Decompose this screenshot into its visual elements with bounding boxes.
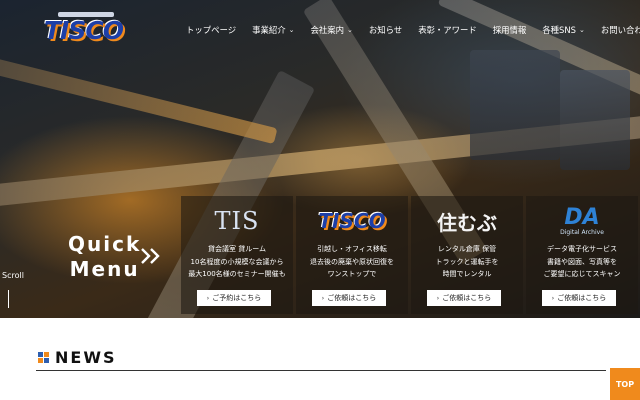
card-moving-service[interactable]: TISCO 引越し・オフィス移転 退去後の廃棄や原状回復を ワンストップで › ご… bbox=[296, 196, 408, 314]
building-decoration bbox=[470, 50, 560, 160]
quick-menu-line2: Menu bbox=[69, 257, 140, 281]
news-heading: NEWS bbox=[38, 348, 117, 367]
news-square-icon bbox=[38, 352, 49, 363]
nav-item-company[interactable]: 会社案内 ⌄ bbox=[302, 24, 360, 36]
button-label: ご依頼はこちら bbox=[327, 294, 377, 302]
nav-item-news[interactable]: お知らせ bbox=[361, 24, 410, 36]
back-to-top-button[interactable]: TOP bbox=[610, 368, 640, 400]
nav-item-sns[interactable]: 各種SNS ⌄ bbox=[534, 24, 593, 36]
digital-archive-logo: DA Digital Archive bbox=[560, 204, 604, 236]
card-desc-line: ご要望に応じてスキャン bbox=[543, 270, 621, 278]
card-desc-line: 引越し・オフィス移転 bbox=[317, 245, 387, 253]
card-desc-line: 書籍や図面、写真等を bbox=[547, 257, 617, 266]
card-desc-line: 10名程度の小規模な会議から bbox=[190, 257, 284, 266]
card-logo: TISCO bbox=[296, 203, 408, 239]
nav-item-top[interactable]: トップページ bbox=[178, 24, 244, 36]
chevron-right-icon: › bbox=[551, 294, 555, 302]
nav-item-recruit[interactable]: 採用情報 bbox=[485, 24, 535, 36]
card-desc-line: 貸会議室 貸ルーム bbox=[207, 245, 266, 253]
card-logo: TIS bbox=[181, 203, 293, 239]
logo-text: TISCO bbox=[44, 16, 124, 45]
card-description: 貸会議室 貸ルーム 10名程度の小規模な会議から 最大100名様のセミナー開催も bbox=[181, 243, 293, 281]
chevron-down-icon: ⌄ bbox=[578, 26, 585, 34]
hero-banner: TISCO トップページ 事業紹介 ⌄ 会社案内 ⌄ お知らせ 表彰・アワード 採用… bbox=[0, 0, 640, 318]
card-digital-archive[interactable]: DA Digital Archive データ電子化サービス 書籍や図面、写真等を… bbox=[526, 196, 638, 314]
double-chevron-right-icon bbox=[141, 248, 160, 264]
nav-item-contact[interactable]: お問い合わせ bbox=[593, 24, 640, 36]
card-desc-line: レンタル倉庫 保管 bbox=[437, 245, 497, 253]
card-logo: 住むぶ bbox=[411, 203, 523, 239]
nav-item-label: お問い合わせ bbox=[600, 25, 640, 35]
site-logo[interactable]: TISCO bbox=[44, 12, 124, 46]
card-description: データ電子化サービス 書籍や図面、写真等を ご要望に応じてスキャン bbox=[526, 243, 638, 281]
card-desc-line: 時間でレンタル bbox=[442, 270, 492, 278]
tisco-logo-text: TISCO bbox=[318, 209, 386, 233]
request-button[interactable]: › ご依頼はこちら bbox=[542, 290, 616, 306]
nav-item-business[interactable]: 事業紹介 ⌄ bbox=[244, 24, 302, 36]
card-logo: DA Digital Archive bbox=[526, 203, 638, 239]
chevron-down-icon: ⌄ bbox=[346, 26, 353, 34]
card-description: 引越し・オフィス移転 退去後の廃棄や原状回復を ワンストップで bbox=[296, 243, 408, 281]
sumubu-logo-text: 住むぶ bbox=[437, 210, 497, 235]
card-desc-line: 最大100名様のセミナー開催も bbox=[188, 270, 286, 278]
nav-item-awards[interactable]: 表彰・アワード bbox=[410, 24, 485, 36]
request-button[interactable]: › ご依頼はこちら bbox=[427, 290, 501, 306]
nav-item-label: 事業紹介 bbox=[252, 25, 286, 35]
nav-item-label: 会社案内 bbox=[310, 25, 344, 35]
news-divider bbox=[36, 370, 606, 371]
scroll-label: Scroll bbox=[2, 271, 24, 280]
news-title: NEWS bbox=[55, 348, 117, 367]
scroll-indicator-line bbox=[8, 290, 9, 308]
reserve-button[interactable]: › ご予約はこちら bbox=[197, 290, 271, 306]
quick-menu-heading: Quick Menu bbox=[68, 232, 141, 282]
tis-logo-text: TIS bbox=[214, 207, 260, 235]
nav-item-label: トップページ bbox=[186, 25, 237, 35]
da-logo-text: DA bbox=[564, 204, 600, 230]
da-logo-subtext: Digital Archive bbox=[560, 228, 604, 236]
card-description: レンタル倉庫 保管 トラックと運転手を 時間でレンタル bbox=[411, 243, 523, 281]
chevron-right-icon: › bbox=[436, 294, 440, 302]
highway-decoration bbox=[0, 55, 278, 145]
nav-item-label: 各種SNS bbox=[542, 25, 576, 35]
main-nav: トップページ 事業紹介 ⌄ 会社案内 ⌄ お知らせ 表彰・アワード 採用情報 各種S… bbox=[178, 24, 640, 36]
building-decoration bbox=[560, 70, 630, 170]
chevron-down-icon: ⌄ bbox=[288, 26, 295, 34]
card-conference-room[interactable]: TIS 貸会議室 貸ルーム 10名程度の小規模な会議から 最大100名様のセミナ… bbox=[181, 196, 293, 314]
nav-item-label: 採用情報 bbox=[492, 25, 527, 35]
card-desc-line: 退去後の廃棄や原状回復を bbox=[310, 257, 394, 266]
button-label: ご予約はこちら bbox=[212, 294, 262, 302]
chevron-right-icon: › bbox=[206, 294, 210, 302]
request-button[interactable]: › ご依頼はこちら bbox=[312, 290, 386, 306]
button-label: ご依頼はこちら bbox=[442, 294, 492, 302]
quick-menu-cards: TIS 貸会議室 貸ルーム 10名程度の小規模な会議から 最大100名様のセミナ… bbox=[181, 196, 640, 314]
card-desc-line: ワンストップで bbox=[327, 270, 377, 278]
chevron-right-icon: › bbox=[321, 294, 325, 302]
nav-item-label: お知らせ bbox=[368, 25, 403, 35]
nav-item-label: 表彰・アワード bbox=[418, 25, 477, 35]
card-desc-line: データ電子化サービス bbox=[547, 245, 617, 253]
quick-menu-line1: Quick bbox=[68, 232, 142, 256]
card-rental-storage[interactable]: 住むぶ レンタル倉庫 保管 トラックと運転手を 時間でレンタル › ご依頼はこちら bbox=[411, 196, 523, 314]
card-desc-line: トラックと運転手を bbox=[435, 257, 499, 266]
button-label: ご依頼はこちら bbox=[557, 294, 607, 302]
